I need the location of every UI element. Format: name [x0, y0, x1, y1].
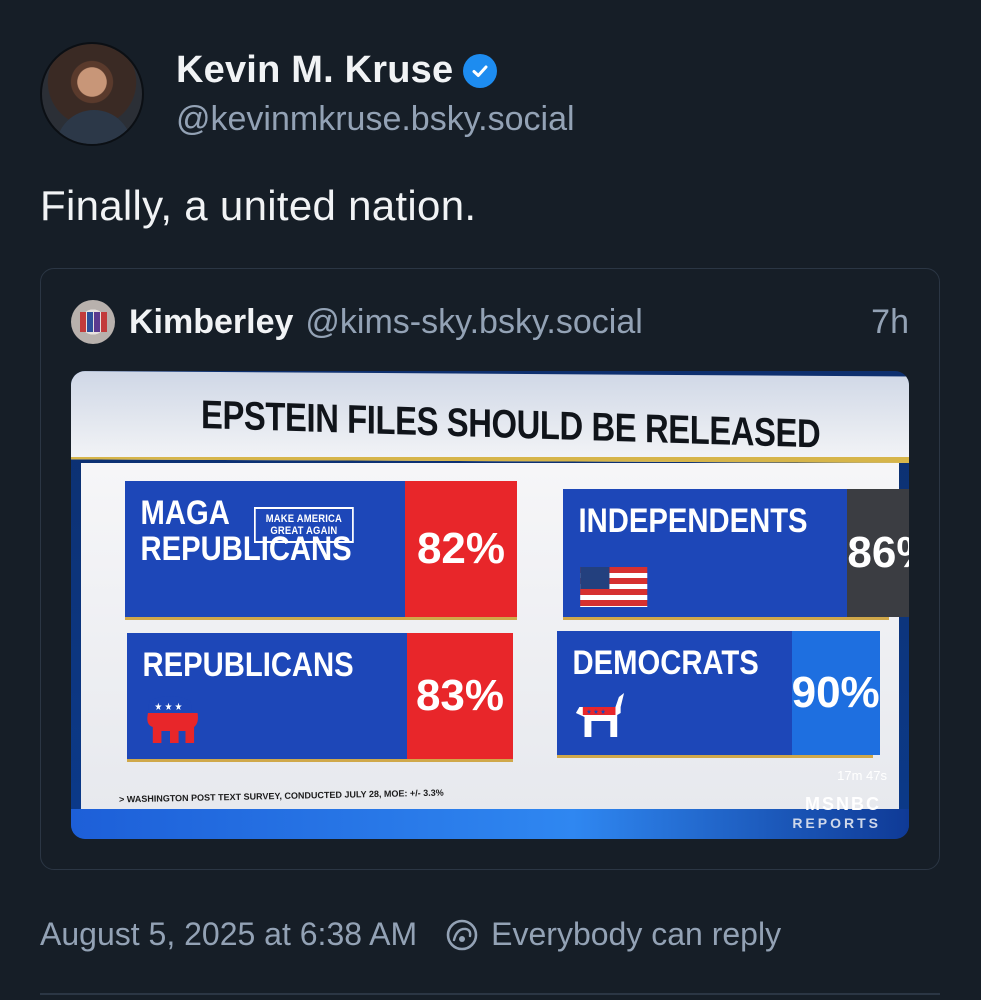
quoted-post[interactable]: Kimberley @kims-sky.bsky.social 7h EPSTE…: [40, 268, 940, 870]
group-percent: 86%: [847, 489, 909, 617]
network-subtitle: REPORTS: [792, 815, 881, 831]
svg-text:★ ★ ★: ★ ★ ★: [586, 709, 606, 717]
group-label: DEMOCRATS: [572, 644, 759, 682]
group-label: INDEPENDENTS: [578, 502, 808, 540]
network-name: MSNBC: [805, 794, 881, 814]
post-header: Kevin M. Kruse @kevinmkruse.bsky.social: [40, 42, 575, 146]
graphic-title-bar: EPSTEIN FILES SHOULD BE RELEASED: [71, 371, 909, 463]
gop-elephant-icon: ★ ★ ★: [147, 696, 198, 743]
network-logo: MSNBC REPORTS: [792, 794, 881, 831]
group-card-democrats: DEMOCRATS ★ ★ ★ 90%: [557, 631, 880, 755]
group-card-republicans: REPUBLICANS ★ ★ ★ 83%: [127, 633, 513, 759]
quoted-author-name[interactable]: Kimberley: [129, 303, 293, 342]
dem-donkey-icon: ★ ★ ★: [575, 693, 625, 737]
group-label: REPUBLICANS: [142, 646, 354, 684]
author-handle[interactable]: @kevinmkruse.bsky.social: [176, 100, 575, 139]
post-timestamp[interactable]: August 5, 2025 at 6:38 AM: [40, 916, 417, 953]
author-name[interactable]: Kevin M. Kruse: [176, 49, 453, 92]
divider: [40, 993, 940, 995]
maga-badge: MAKE AMERICA GREAT AGAIN: [254, 507, 354, 543]
group-percent: 83%: [407, 633, 513, 759]
author-avatar[interactable]: [40, 42, 144, 146]
quoted-post-header: Kimberley @kims-sky.bsky.social 7h: [71, 299, 909, 345]
reply-setting[interactable]: Everybody can reply: [491, 916, 781, 953]
author-info: Kevin M. Kruse @kevinmkruse.bsky.social: [176, 49, 575, 139]
reply-audience-icon: [446, 919, 478, 950]
group-percent: 82%: [405, 481, 517, 617]
video-timer: 17m 47s: [837, 768, 887, 783]
verified-check-icon[interactable]: [463, 53, 498, 88]
quoted-author-avatar[interactable]: [71, 300, 115, 344]
quoted-post-image[interactable]: EPSTEIN FILES SHOULD BE RELEASED MAGA RE…: [71, 371, 909, 839]
us-flag-icon: [580, 567, 648, 607]
post-meta: August 5, 2025 at 6:38 AM Everybody can …: [40, 916, 781, 953]
post-text: Finally, a united nation.: [40, 182, 477, 229]
quoted-author-handle[interactable]: @kims-sky.bsky.social: [305, 303, 642, 342]
quoted-post-time[interactable]: 7h: [871, 303, 909, 342]
svg-text:★ ★ ★: ★ ★ ★: [155, 701, 183, 712]
graphic-panel: MAGA REPUBLICANS MAKE AMERICA GREAT AGAI…: [81, 463, 909, 809]
graphic-title: EPSTEIN FILES SHOULD BE RELEASED: [201, 393, 821, 457]
group-card-independents: INDEPENDENTS 86%: [563, 489, 909, 617]
group-percent: 90%: [791, 631, 880, 755]
tv-lower-strip: [71, 809, 909, 839]
group-card-maga: MAGA REPUBLICANS MAKE AMERICA GREAT AGAI…: [125, 481, 517, 617]
